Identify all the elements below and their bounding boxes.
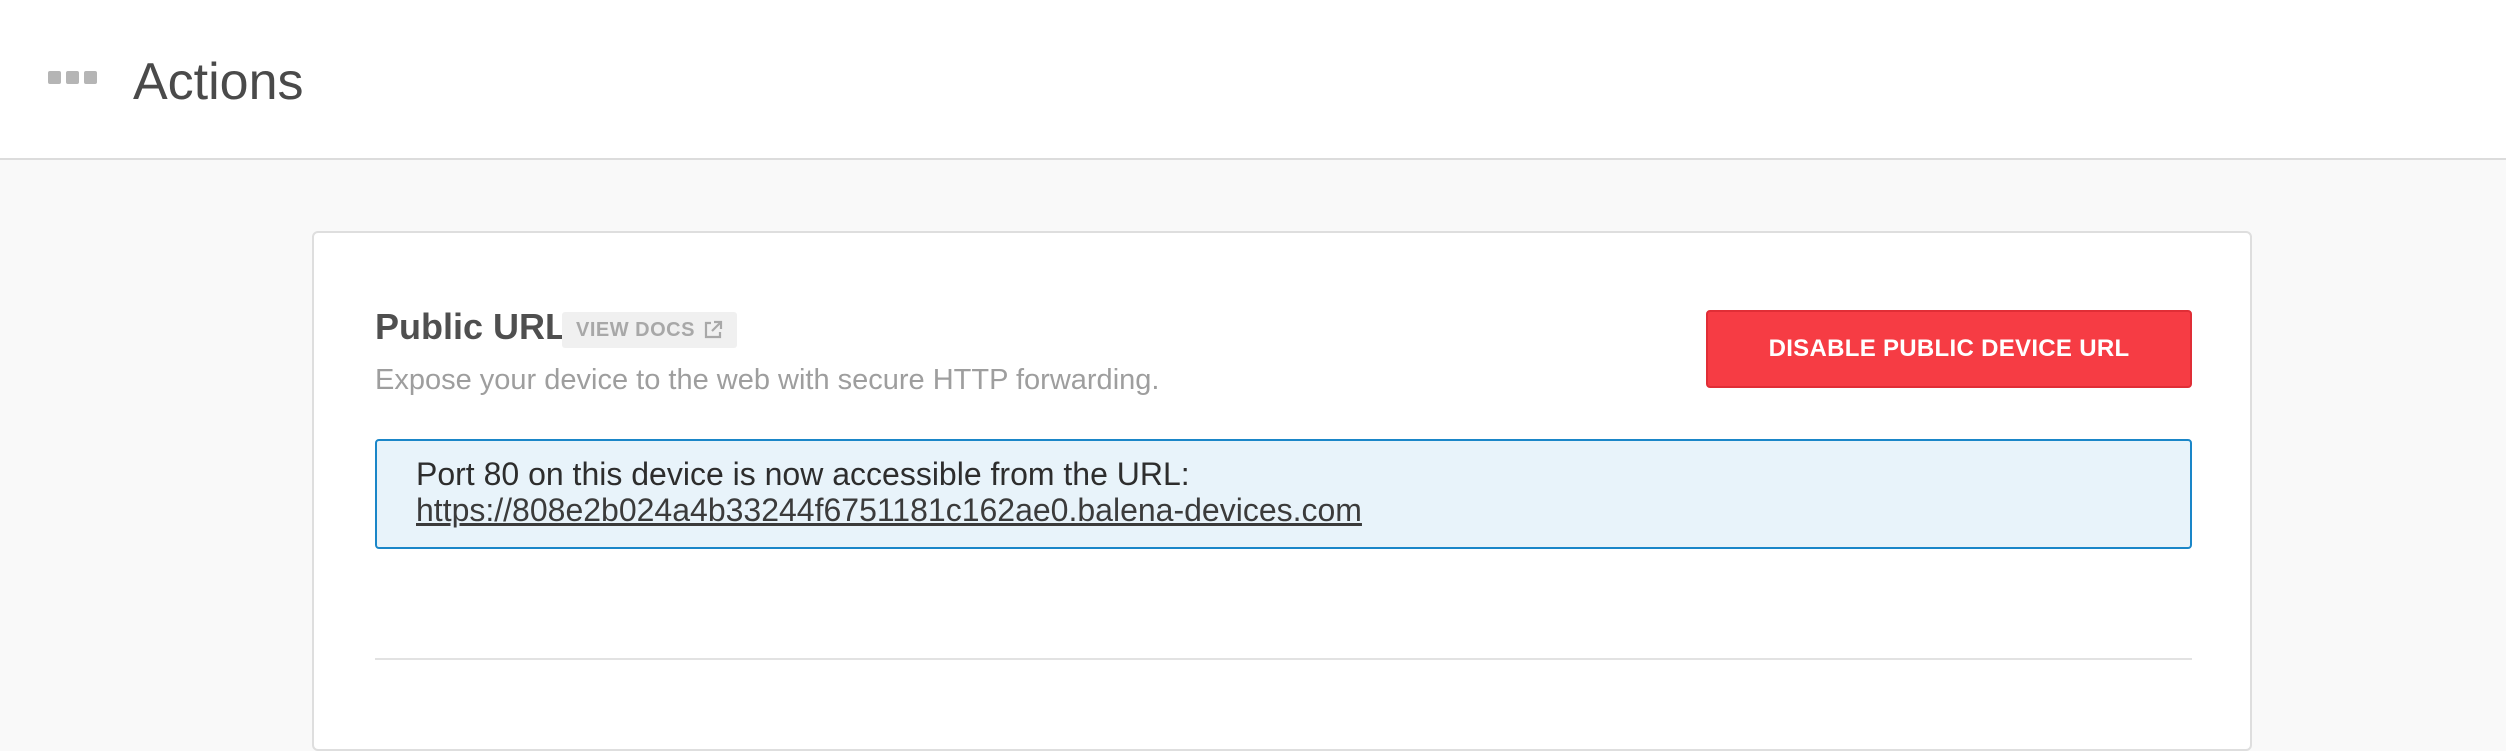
- three-dots-menu-icon[interactable]: [48, 71, 97, 84]
- page-header: Actions: [0, 0, 2506, 160]
- dot: [66, 71, 79, 84]
- public-url-info-box: Port 80 on this device is now accessible…: [375, 439, 2192, 549]
- view-docs-label: VIEW DOCS: [576, 319, 695, 341]
- public-url-link[interactable]: https://808e2b024a4b33244f6751181c162ae0…: [416, 492, 2190, 528]
- dot: [48, 71, 61, 84]
- info-message: Port 80 on this device is now accessible…: [416, 456, 1190, 492]
- section-title: Public URL: [375, 306, 568, 347]
- dot: [84, 71, 97, 84]
- section-description: Expose your device to the web with secur…: [375, 364, 1160, 396]
- view-docs-link[interactable]: VIEW DOCS: [562, 312, 737, 348]
- page-title: Actions: [133, 53, 304, 111]
- disable-public-url-button[interactable]: DISABLE PUBLIC DEVICE URL: [1706, 310, 2192, 388]
- external-link-icon: [704, 320, 723, 339]
- divider: [375, 658, 2192, 660]
- public-url-card: Public URL VIEW DOCS Expose your device …: [312, 231, 2252, 751]
